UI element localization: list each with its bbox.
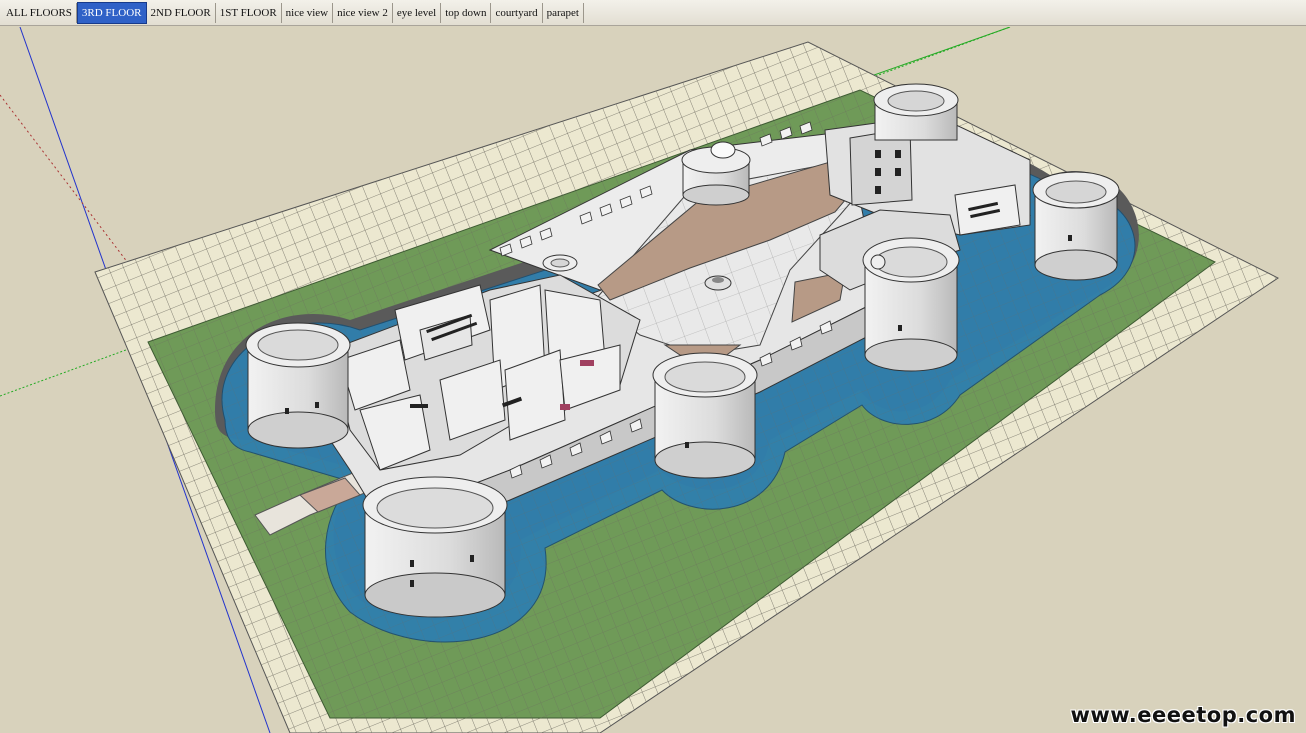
- tab-3rd-floor[interactable]: 3RD FLOOR: [76, 1, 147, 24]
- tab-top-down[interactable]: top down: [441, 2, 492, 23]
- tab-nice-view[interactable]: nice view: [282, 2, 334, 23]
- tower-south-middle: [652, 352, 758, 479]
- tower-northeast: [873, 83, 959, 141]
- watermark-text: www.eeeetop.com: [1070, 703, 1296, 727]
- green-axis-solid: [859, 27, 1011, 81]
- tab-2nd-floor[interactable]: 2ND FLOOR: [147, 2, 216, 23]
- tower-west: [245, 322, 351, 449]
- stair-turret: [542, 254, 578, 272]
- tab-1st-floor[interactable]: 1ST FLOOR: [216, 2, 282, 23]
- tab-nice-view-2[interactable]: nice view 2: [333, 2, 393, 23]
- scene-tab-bar: ALL FLOORS 3RD FLOOR 2ND FLOOR 1ST FLOOR…: [0, 0, 1306, 26]
- tower-north: [681, 141, 751, 206]
- tab-eye-level[interactable]: eye level: [393, 2, 442, 23]
- tab-courtyard[interactable]: courtyard: [491, 2, 543, 23]
- tower-southeast: [862, 237, 960, 372]
- tower-east: [1032, 171, 1120, 281]
- tower-southwest: [362, 476, 508, 618]
- castle-model-render: [0, 27, 1279, 733]
- tab-parapet[interactable]: parapet: [543, 2, 584, 23]
- model-viewport[interactable]: www.eeeetop.com: [0, 27, 1306, 733]
- tab-all-floors[interactable]: ALL FLOORS: [2, 2, 77, 23]
